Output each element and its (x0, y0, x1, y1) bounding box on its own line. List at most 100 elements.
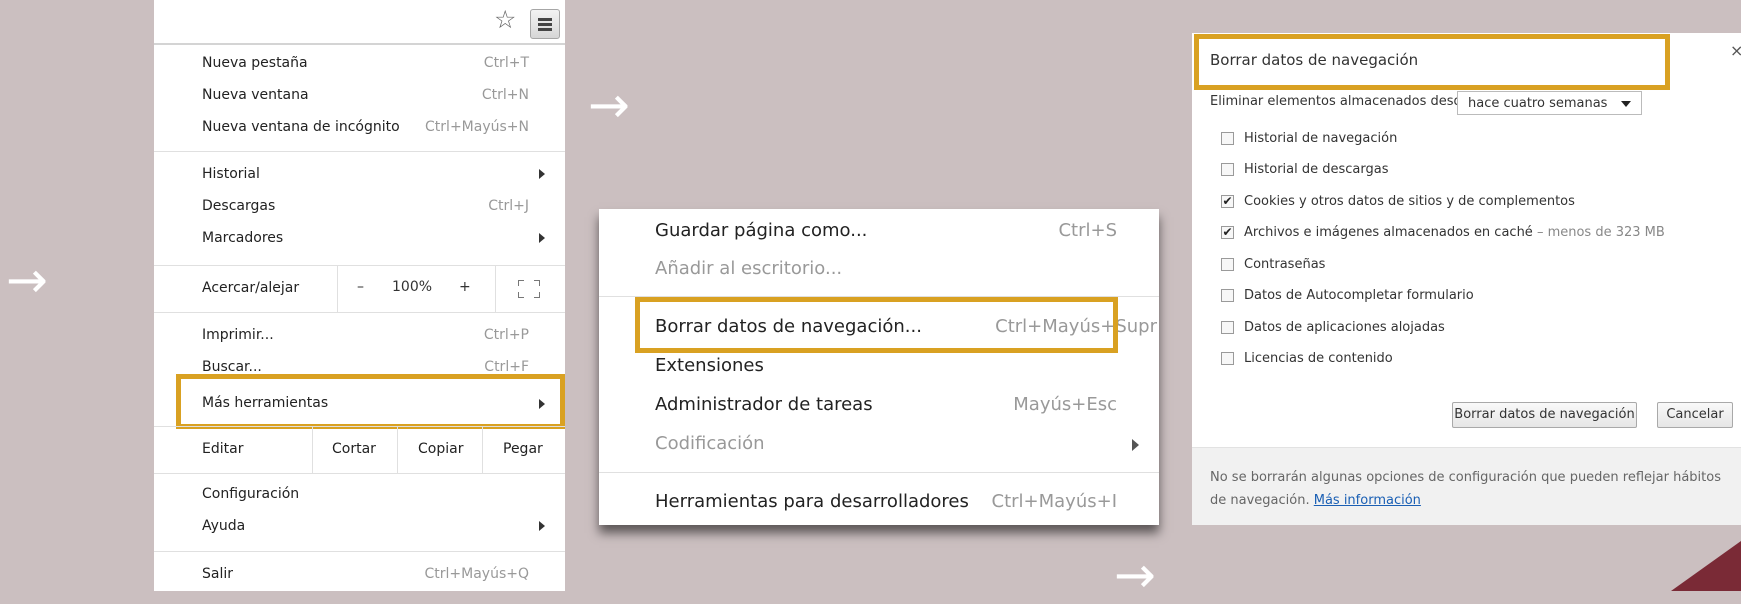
more-tools-submenu: Guardar página como... Ctrl+S Añadir al … (599, 209, 1159, 525)
menu-item-new-window[interactable]: Nueva ventana Ctrl+N (202, 84, 529, 106)
menu-item-label: Historial (202, 166, 260, 182)
clear-browsing-data-dialog: × Borrar datos de navegación Eliminar el… (1192, 33, 1741, 525)
menu-item-label: Guardar página como... (655, 220, 868, 241)
edit-row: Editar Cortar Copiar Pegar (154, 427, 565, 473)
menu-item-save-page[interactable]: Guardar página como... Ctrl+S (655, 218, 1117, 244)
checkbox[interactable] (1221, 163, 1234, 176)
checkbox[interactable] (1221, 321, 1234, 334)
checkbox-label: Datos de Autocompletar formulario (1244, 288, 1474, 303)
menu-item-extensions[interactable]: Extensiones (655, 353, 1117, 379)
checkbox-label: Cookies y otros datos de sitios y de com… (1244, 194, 1575, 209)
submenu-arrow-icon (539, 169, 545, 179)
cache-size: – menos de 323 MB (1532, 225, 1665, 240)
menu-item-incognito[interactable]: Nueva ventana de incógnito Ctrl+Mayús+N (202, 116, 529, 138)
submenu-arrow-icon (539, 521, 545, 531)
period-label: Eliminar elementos almacenados desde: (1210, 94, 1475, 109)
menu-item-label: Extensiones (655, 355, 764, 376)
close-icon[interactable]: × (1730, 41, 1741, 60)
menu-item-shortcut: Ctrl+Mayús+Q (424, 566, 529, 582)
checkbox[interactable] (1221, 258, 1234, 271)
menu-item-label: Administrador de tareas (655, 394, 873, 415)
divider (337, 266, 338, 312)
menu-item-developer-tools[interactable]: Herramientas para desarrolladores Ctrl+M… (655, 489, 1117, 515)
divider (397, 427, 398, 473)
menu-item-label: Nueva ventana (202, 87, 309, 103)
menu-item-label: Nueva pestaña (202, 55, 308, 71)
star-icon[interactable]: ☆ (494, 7, 516, 32)
divider (154, 312, 565, 313)
checkbox-label: Datos de aplicaciones alojadas (1244, 320, 1445, 335)
menu-item-label: Descargas (202, 198, 276, 214)
checkbox[interactable] (1221, 289, 1234, 302)
menu-item-bookmarks[interactable]: Marcadores (202, 227, 545, 249)
cancel-button[interactable]: Cancelar (1657, 402, 1733, 428)
menu-item-shortcut: Ctrl+N (481, 87, 529, 103)
checkbox[interactable] (1221, 132, 1234, 145)
menu-item-label: Codificación (655, 433, 765, 454)
menu-item-print[interactable]: Imprimir... Ctrl+P (202, 324, 529, 346)
menu-item-history[interactable]: Historial (202, 163, 545, 185)
divider (482, 427, 483, 473)
menu-item-label: Imprimir... (202, 327, 274, 343)
zoom-level: 100% (392, 279, 433, 295)
checkbox[interactable] (1221, 352, 1234, 365)
menu-item-settings[interactable]: Configuración (202, 483, 529, 505)
checkbox-label-text: Archivos e imágenes almacenados en caché (1244, 225, 1533, 240)
menu-item-label: Configuración (202, 486, 300, 502)
menu-item-label: Salir (202, 566, 234, 582)
dialog-footer: No se borrarán algunas opciones de confi… (1192, 447, 1741, 525)
arrow-right-icon: → (6, 251, 48, 309)
checkbox-label: Archivos e imágenes almacenados en caché… (1244, 225, 1665, 240)
menu-item-label: Añadir al escritorio... (655, 258, 843, 279)
zoom-out-button[interactable]: – (357, 279, 364, 295)
zoom-label: Acercar/alejar (202, 280, 300, 296)
checkbox-label: Licencias de contenido (1244, 351, 1393, 366)
checkbox-label: Historial de navegación (1244, 131, 1398, 146)
chevron-down-icon (1621, 101, 1631, 107)
checkbox-label: Historial de descargas (1244, 162, 1389, 177)
menu-item-exit[interactable]: Salir Ctrl+Mayús+Q (202, 563, 529, 585)
menu-item-shortcut: Ctrl+J (488, 198, 529, 214)
checkbox-checked[interactable]: ✔ (1221, 226, 1234, 239)
submenu-arrow-icon (539, 233, 545, 243)
menu-item-new-tab[interactable]: Nueva pestaña Ctrl+T (202, 52, 529, 74)
edit-label: Editar (202, 441, 244, 457)
zoom-row: Acercar/alejar – 100% + (154, 266, 565, 312)
clear-data-button[interactable]: Borrar datos de navegación (1452, 402, 1637, 428)
checkbox-label: Contraseñas (1244, 257, 1326, 272)
footer-text: No se borrarán algunas opciones de confi… (1210, 470, 1721, 508)
menu-item-label: Herramientas para desarrolladores (655, 491, 969, 512)
checkbox-checked[interactable]: ✔ (1221, 195, 1234, 208)
period-value: hace cuatro semanas (1468, 96, 1608, 111)
more-info-link[interactable]: Más información (1314, 493, 1421, 508)
highlight-box (176, 374, 565, 429)
divider (312, 427, 313, 473)
period-select[interactable]: hace cuatro semanas (1457, 91, 1642, 115)
divider (154, 151, 565, 152)
divider (599, 472, 1159, 473)
menu-item-task-manager[interactable]: Administrador de tareas Mayús+Esc (655, 392, 1117, 418)
divider (154, 473, 565, 474)
footer-note: No se borrarán algunas opciones de confi… (1210, 466, 1730, 512)
menu-item-help[interactable]: Ayuda (202, 515, 545, 537)
menu-item-label: Buscar... (202, 359, 262, 375)
menu-item-shortcut: Ctrl+Mayús+N (425, 119, 529, 135)
fullscreen-icon[interactable] (518, 280, 540, 298)
paste-button[interactable]: Pegar (503, 441, 543, 457)
arrow-right-icon: → (1114, 546, 1156, 604)
copy-button[interactable]: Copiar (418, 441, 463, 457)
menu-icon[interactable] (530, 9, 560, 39)
menu-item-shortcut: Ctrl+T (483, 55, 529, 71)
menu-item-encoding: Codificación (655, 431, 1139, 457)
cut-button[interactable]: Cortar (332, 441, 376, 457)
zoom-in-button[interactable]: + (459, 279, 471, 295)
arrow-right-icon: → (588, 76, 630, 134)
divider (154, 551, 565, 552)
menu-item-add-to-desktop: Añadir al escritorio... (655, 256, 1117, 282)
chrome-menu: ☆ Nueva pestaña Ctrl+T Nueva ventana Ctr… (154, 0, 565, 591)
menu-item-label: Ayuda (202, 518, 246, 534)
highlight-box (635, 297, 1118, 353)
menu-item-downloads[interactable]: Descargas Ctrl+J (202, 195, 529, 217)
submenu-arrow-icon (1132, 439, 1139, 451)
menu-item-label: Marcadores (202, 230, 284, 246)
